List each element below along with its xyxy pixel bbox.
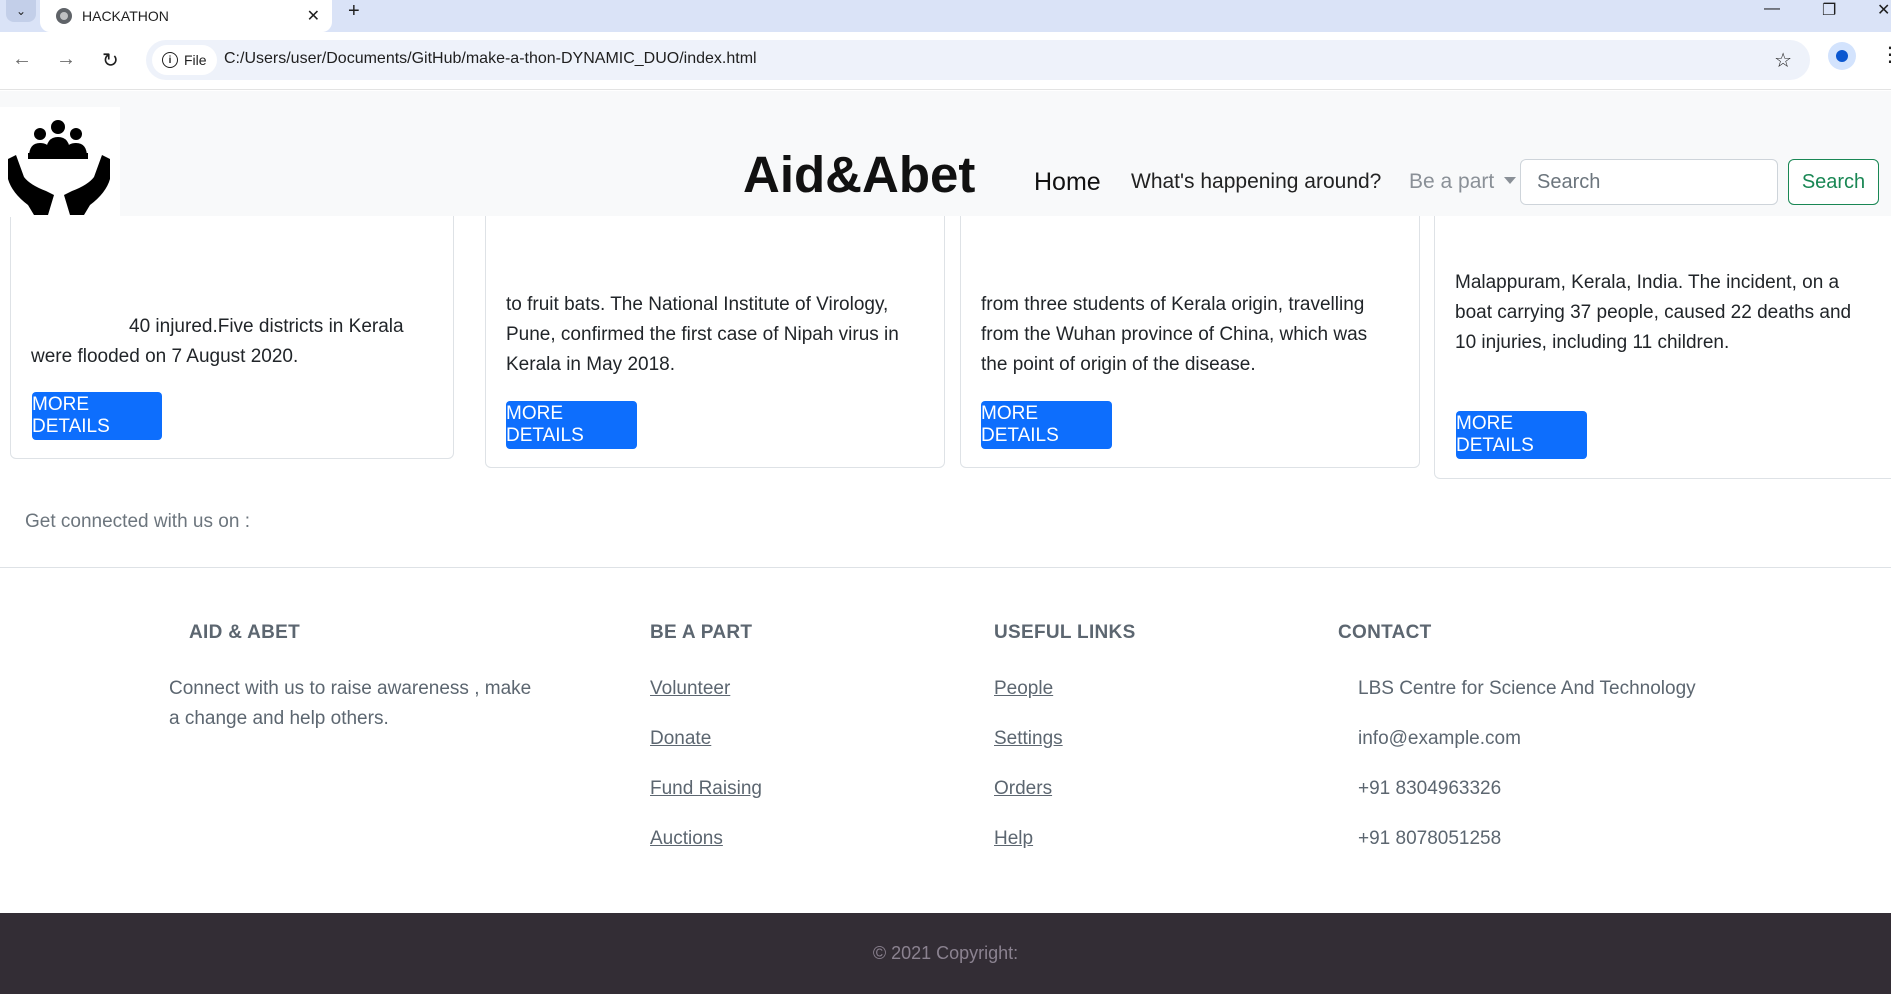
star-icon[interactable]: ☆ [1774, 48, 1792, 73]
more-details-button[interactable]: MORE DETAILS [1456, 411, 1587, 459]
more-details-button[interactable]: MORE DETAILS [32, 392, 162, 440]
card-text-line: were flooded on 7 August 2020. [31, 346, 299, 367]
reload-icon[interactable]: ↻ [102, 48, 119, 73]
minimize-icon[interactable]: — [1764, 0, 1780, 18]
card-text-line: the point of origin of the disease. [981, 354, 1256, 375]
nav-link-home[interactable]: Home [1034, 168, 1101, 197]
caret-down-icon [1504, 177, 1517, 184]
site-logo[interactable] [0, 107, 120, 217]
footer-link-fund-raising[interactable]: Fund Raising [650, 778, 762, 800]
url-text[interactable]: C:/Users/user/Documents/GitHub/make-a-th… [224, 50, 757, 68]
site-info-chip[interactable]: i File [152, 45, 217, 75]
footer-about-text: Connect with us to raise awareness , mak… [169, 674, 531, 734]
copyright-bar: © 2021 Copyright: [0, 913, 1891, 994]
nav-link-happening[interactable]: What's happening around? [1131, 170, 1381, 194]
profile-icon[interactable] [1828, 42, 1856, 70]
footer-link-help[interactable]: Help [994, 828, 1033, 850]
browser-tab[interactable]: HACKATHON ✕ [40, 0, 332, 32]
more-details-button[interactable]: MORE DETAILS [506, 401, 637, 449]
brand-title[interactable]: Aid&Abet [743, 145, 975, 204]
card-text-line: Pune, confirmed the first case of Nipah … [506, 324, 899, 345]
card-text-line: Kerala in May 2018. [506, 354, 675, 375]
page-viewport: 40 injured.Five districts in Kerala were… [0, 91, 1891, 994]
footer-link-people[interactable]: People [994, 678, 1053, 700]
about-line: a change and help others. [169, 708, 389, 729]
card-text-line: to fruit bats. The National Institute of… [506, 294, 889, 315]
nav-dropdown-be-a-part[interactable]: Be a part [1409, 170, 1517, 194]
card-text-line: boat carrying 37 people, caused 22 death… [1455, 302, 1852, 323]
plus-icon[interactable]: + [348, 0, 360, 22]
restore-icon[interactable]: ❐ [1822, 0, 1836, 20]
footer-link-orders[interactable]: Orders [994, 778, 1052, 800]
footer-heading-contact: CONTACT [1338, 622, 1432, 643]
helping-hands-logo-icon [8, 120, 110, 215]
footer-heading-be-a-part: BE A PART [650, 622, 753, 643]
browser-tab-strip: ⌄ HACKATHON ✕ + — ❐ ✕ [0, 0, 1891, 32]
footer-link-auctions[interactable]: Auctions [650, 828, 723, 850]
footer-heading-useful-links: USEFUL LINKS [994, 622, 1136, 643]
search-button[interactable]: Search [1788, 159, 1879, 205]
close-window-icon[interactable]: ✕ [1877, 0, 1890, 20]
back-icon[interactable]: ← [12, 48, 32, 71]
tab-title: HACKATHON [82, 8, 169, 24]
more-details-button[interactable]: MORE DETAILS [981, 401, 1112, 449]
nav-dropdown-label: Be a part [1409, 170, 1495, 193]
footer-link-volunteer[interactable]: Volunteer [650, 678, 730, 700]
site-chip-label: File [184, 52, 207, 68]
contact-address: LBS Centre for Science And Technology [1358, 678, 1696, 699]
search-input[interactable]: Search [1520, 159, 1778, 205]
browser-toolbar: ← → ↻ i File C:/Users/user/Documents/Git… [0, 32, 1891, 90]
tab-search-button[interactable]: ⌄ [6, 0, 36, 22]
contact-email: info@example.com [1358, 728, 1521, 749]
contact-phone: +91 8078051258 [1358, 828, 1502, 849]
forward-icon[interactable]: → [56, 48, 76, 71]
site-navbar: Aid&Abet Home What's happening around? B… [0, 91, 1891, 217]
address-bar[interactable]: i File C:/Users/user/Documents/GitHub/ma… [146, 40, 1810, 80]
copyright-text: © 2021 Copyright: [872, 943, 1019, 963]
site-footer: AID & ABET Connect with us to raise awar… [0, 568, 1891, 903]
chevron-down-icon: ⌄ [15, 4, 27, 18]
contact-phone: +91 8304963326 [1358, 778, 1502, 799]
globe-icon [56, 8, 72, 24]
about-line: Connect with us to raise awareness , mak… [169, 678, 532, 699]
footer-heading-about: AID & ABET [189, 622, 301, 643]
card-text-line: from the Wuhan province of China, which … [981, 324, 1368, 345]
card-text-line: Malappuram, Kerala, India. The incident,… [1455, 272, 1840, 293]
connected-text: Get connected with us on : [25, 511, 250, 532]
card-text-line: from three students of Kerala origin, tr… [981, 294, 1365, 315]
info-icon: i [162, 52, 178, 68]
card-text-line: 40 injured.Five districts in Kerala [129, 316, 404, 337]
footer-link-settings[interactable]: Settings [994, 728, 1063, 750]
kebab-icon[interactable]: ⋮ [1880, 42, 1891, 67]
footer-link-donate[interactable]: Donate [650, 728, 711, 750]
card-text-line: 10 injuries, including 11 children. [1455, 332, 1730, 353]
close-icon[interactable]: ✕ [307, 6, 320, 26]
